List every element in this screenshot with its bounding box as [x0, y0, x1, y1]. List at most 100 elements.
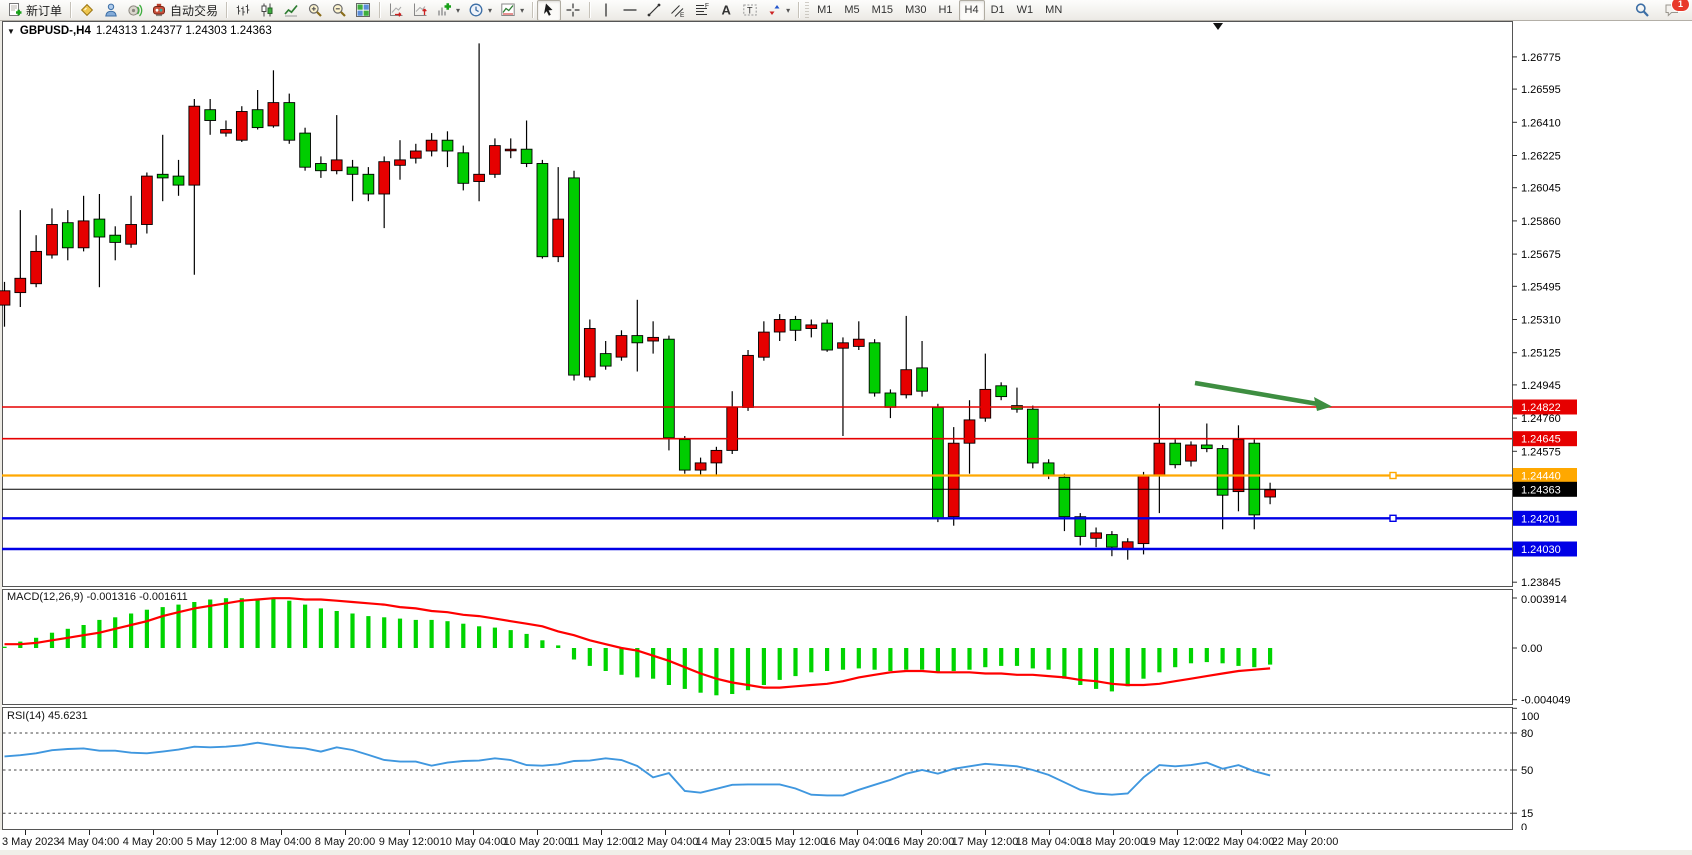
time-label: 16 May 04:00 — [824, 836, 891, 848]
candle-body — [1043, 463, 1054, 476]
cursor-button[interactable] — [537, 0, 561, 21]
chat-button[interactable]: 1 — [1660, 0, 1684, 21]
label-button[interactable]: T — [738, 0, 762, 21]
zoom-in-button[interactable] — [303, 0, 327, 21]
rsi-pane[interactable]: 1008050150 — [0, 707, 1692, 832]
toolbar: 新订单 自动交易 ▾ ▾ ▾ EFAT ▾ M1M5M15M30H1H4D1W1MN 1 — [0, 0, 1692, 21]
candle-body — [126, 225, 137, 245]
candle-body — [806, 325, 817, 329]
time-label: 3 May 2023 — [2, 836, 59, 848]
price-tick-label: 1.25125 — [1521, 348, 1561, 360]
market-watch-icon — [79, 2, 95, 18]
price-axis[interactable]: 1.267751.265951.264101.262251.260451.258… — [1512, 52, 1577, 589]
candle-body — [205, 110, 216, 121]
timeframe-button-d1[interactable]: D1 — [985, 0, 1011, 21]
periods-button[interactable]: ▾ — [464, 0, 496, 21]
toolbar-separator — [589, 2, 590, 18]
auto-scroll-button[interactable] — [384, 0, 408, 21]
autotrade-button[interactable]: 自动交易 — [147, 0, 222, 21]
candle-body — [31, 251, 42, 283]
add-indicator-icon — [436, 2, 452, 18]
zoom-out-button[interactable] — [327, 0, 351, 21]
add-indicator-button[interactable]: ▾ — [432, 0, 464, 21]
zoom-out-icon — [331, 2, 347, 18]
fibonacci-button[interactable]: F — [690, 0, 714, 21]
macd-axis[interactable]: 0.0039140.00-0.004049 — [1512, 594, 1571, 707]
price-tag-1.24363: 1.24363 — [1513, 482, 1577, 497]
cursor-icon — [541, 2, 557, 18]
trendline-button[interactable] — [642, 0, 666, 21]
rsi-tick-label: 100 — [1521, 711, 1539, 723]
candle-body — [664, 339, 675, 438]
time-tick — [665, 830, 666, 835]
timeframe-button-m1[interactable]: M1 — [811, 0, 838, 21]
candle-body — [553, 219, 564, 257]
time-label: 22 May 04:00 — [1208, 836, 1275, 848]
chart-window[interactable]: ▼ GBPUSD-,H4 1.24313 1.24377 1.24303 1.2… — [0, 21, 1692, 855]
time-tick — [89, 830, 90, 835]
macd-tick-label: 0.003914 — [1521, 594, 1567, 606]
line-handle[interactable] — [1390, 515, 1396, 521]
timeframe-button-mn[interactable]: MN — [1039, 0, 1068, 21]
search-button[interactable] — [1630, 0, 1654, 21]
candle-body — [869, 343, 880, 393]
rsi-indicator-label: RSI(14) 45.6231 — [7, 710, 88, 722]
horizontal-line-icon — [622, 2, 638, 18]
main-chart-pane[interactable]: 1.267751.265951.264101.262251.260451.258… — [0, 21, 1692, 589]
candle-body — [838, 343, 849, 348]
dropdown-arrow-icon[interactable]: ▾ — [456, 6, 460, 15]
timeframe-button-w1[interactable]: W1 — [1011, 0, 1040, 21]
line-chart-button[interactable] — [279, 0, 303, 21]
chart-shift-button[interactable] — [408, 0, 432, 21]
toolbar-separator — [798, 2, 799, 18]
candle-body — [980, 389, 991, 418]
channel-icon: E — [670, 2, 686, 18]
price-tag-1.24030: 1.24030 — [1513, 542, 1577, 557]
text-button[interactable]: A — [714, 0, 738, 21]
candle-chart-button[interactable] — [255, 0, 279, 21]
time-tick — [1113, 830, 1114, 835]
dropdown-arrow-icon[interactable]: ▾ — [488, 6, 492, 15]
horizontal-line-button[interactable] — [618, 0, 642, 21]
time-tick — [473, 830, 474, 835]
candle-body — [236, 112, 247, 141]
bar-chart-icon — [235, 2, 251, 18]
fibonacci-icon: F — [694, 2, 710, 18]
bar-chart-button[interactable] — [231, 0, 255, 21]
time-label: 5 May 12:00 — [187, 836, 248, 848]
timeframe-button-m15[interactable]: M15 — [866, 0, 899, 21]
line-handle[interactable] — [1390, 473, 1396, 479]
macd-pane[interactable]: 0.0039140.00-0.004049 — [0, 589, 1692, 707]
dropdown-arrow-icon[interactable]: ▾ — [786, 6, 790, 15]
tile-windows-button[interactable] — [351, 0, 375, 21]
price-tick-label: 1.23845 — [1521, 577, 1561, 589]
navigator-button[interactable] — [99, 0, 123, 21]
dropdown-arrow-icon[interactable]: ▾ — [520, 6, 524, 15]
shapes-button[interactable]: ▾ — [762, 0, 794, 21]
toolbar-separator — [532, 2, 533, 18]
price-tag-1.24201: 1.24201 — [1513, 511, 1577, 526]
candle-body — [537, 164, 548, 257]
candle-body — [331, 160, 342, 171]
rsi-axis[interactable]: 1008050150 — [1512, 708, 1539, 832]
candle-body — [790, 320, 801, 331]
chart-title: ▼ GBPUSD-,H4 1.24313 1.24377 1.24303 1.2… — [7, 25, 272, 37]
timeframe-button-m5[interactable]: M5 — [838, 0, 865, 21]
candle-body — [410, 151, 421, 158]
candle-body — [901, 370, 912, 395]
candle-body — [616, 336, 627, 358]
svg-text:1.24030: 1.24030 — [1521, 544, 1561, 556]
alerts-button[interactable] — [123, 0, 147, 21]
new-order-button[interactable]: 新订单 — [3, 0, 66, 21]
time-tick — [729, 830, 730, 835]
timeframe-button-h1[interactable]: H1 — [932, 0, 958, 21]
time-label: 12 May 04:00 — [632, 836, 699, 848]
crosshair-button[interactable] — [561, 0, 585, 21]
symbol-menu-toggle-icon[interactable]: ▼ — [7, 27, 15, 36]
timeframe-button-h4[interactable]: H4 — [959, 0, 985, 21]
channel-button[interactable]: E — [666, 0, 690, 21]
timeframe-button-m30[interactable]: M30 — [899, 0, 932, 21]
templates-button[interactable]: ▾ — [496, 0, 528, 21]
vertical-line-button[interactable] — [594, 0, 618, 21]
market-watch-button[interactable] — [75, 0, 99, 21]
